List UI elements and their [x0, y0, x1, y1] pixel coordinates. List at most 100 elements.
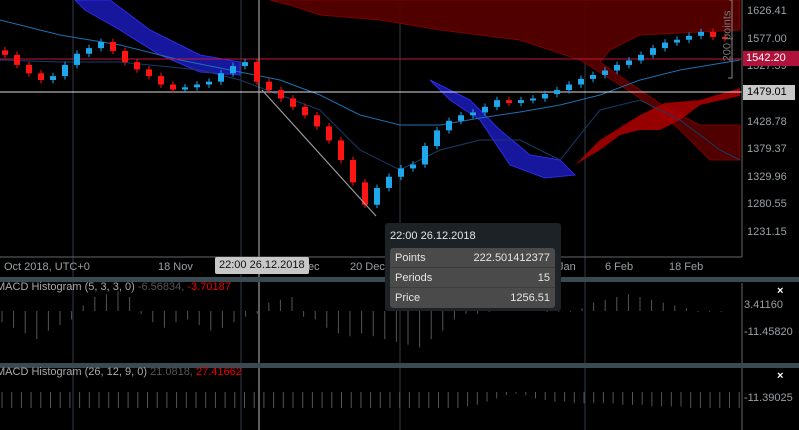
price-tick: 1379.37 [747, 143, 787, 156]
candle-body [26, 64, 32, 74]
time-label-1: 18 Nov [158, 261, 193, 273]
candle-body [614, 64, 620, 71]
candle-body [434, 130, 440, 147]
price-tick: 1626.41 [747, 5, 787, 17]
candle-body [206, 81, 212, 85]
candle-body [542, 94, 548, 99]
macd2-title: MACD Histogram (26, 12, 9, 0) [0, 366, 147, 378]
tooltip-row-price: Price 1256.51 [390, 288, 555, 308]
candle-body [110, 41, 116, 51]
candle-body [134, 62, 140, 70]
candle-body [710, 31, 716, 37]
candle-body [326, 126, 332, 141]
candle-body [626, 60, 632, 65]
candle-body [254, 62, 260, 82]
candle-body [554, 90, 560, 95]
candle-body [374, 187, 380, 205]
tooltip-value: 222.501412377 [473, 252, 550, 264]
tooltip-label: Points [395, 252, 426, 264]
macd2-value2: 27.41662 [195, 366, 242, 378]
macd1-legend: MACD Histogram (5, 3, 3, 0) -6.56834, -3… [0, 281, 231, 293]
macd2-axis-0: -11.39025 [744, 392, 793, 404]
candle-body [86, 48, 92, 54]
macd2-histogram [1, 392, 740, 408]
candle-body [662, 42, 668, 49]
candle-body [578, 78, 584, 85]
macd2-close-icon[interactable]: × [777, 370, 783, 382]
time-label-6: 18 Feb [669, 261, 704, 273]
time-label-5: 6 Feb [605, 261, 634, 273]
candle-body [698, 31, 704, 36]
candle-body [122, 50, 128, 63]
tooltip-row-points: Points 222.501412377 [390, 248, 555, 268]
candle-body [470, 112, 476, 116]
candle-body [74, 53, 80, 65]
macd2-legend: MACD Histogram (26, 12, 9, 0) 21.0818, 2… [0, 366, 242, 378]
time-label-0: Oct 2018, UTC+0 [4, 261, 90, 273]
candle-body [398, 168, 404, 177]
tooltip-label: Periods [395, 272, 433, 284]
macd1-axis-0: 3.41160 [744, 299, 783, 311]
candle-body [530, 98, 536, 101]
price-tick: 1577.00 [747, 32, 787, 45]
candle-body [50, 76, 56, 81]
candle-body [158, 76, 164, 85]
candle-body [674, 39, 680, 43]
candle-body [458, 115, 464, 121]
candle-body [14, 54, 20, 65]
macd1-axis-1: -11.45820 [744, 326, 793, 338]
price-tick: 1231.15 [747, 226, 787, 239]
candle-body [350, 159, 356, 183]
candle-body [518, 100, 524, 103]
candle-body [446, 120, 452, 131]
macd1-title: MACD Histogram (5, 3, 3, 0) [0, 281, 135, 293]
candle-body [2, 50, 8, 55]
macd1-close-icon[interactable]: × [777, 285, 783, 297]
candle-body [266, 81, 272, 91]
tooltip-title: 22:00 26.12.2018 [390, 230, 476, 242]
tooltip-label: Price [395, 292, 421, 304]
candle-body [638, 54, 644, 61]
candle-body [182, 87, 188, 90]
candle-body [314, 115, 320, 127]
candle-body [62, 64, 68, 77]
macd1-value1: -6.56834 [137, 281, 182, 293]
ruler-line[interactable] [261, 89, 377, 217]
ruler-label: 200 points [721, 10, 734, 62]
candle-body [38, 73, 44, 81]
lagging-line [0, 59, 741, 171]
price-tick: 1428.78 [747, 115, 787, 128]
candle-body [686, 35, 692, 40]
candle-body [494, 100, 500, 107]
candle-body [242, 62, 248, 67]
time-label-3: 20 Dec [350, 261, 385, 273]
candles [2, 28, 728, 209]
tooltip-row-periods: Periods 15 [390, 268, 555, 288]
candle-body [146, 69, 152, 77]
price-tick: 1280.55 [747, 198, 787, 211]
macd1-value2: -3.70187 [187, 281, 231, 293]
crosshair-price-badge: 1479.01 [743, 85, 795, 100]
crosshair-time-badge: 22:00 26.12.2018 [215, 257, 309, 274]
candle-body [230, 66, 236, 74]
candle-body [650, 48, 656, 55]
candle-body [482, 106, 488, 113]
ruler-tooltip: 22:00 26.12.2018 Points 222.501412377 Per… [385, 223, 561, 311]
tooltip-value: 1256.51 [510, 292, 550, 304]
macd2-value1: 21.0818 [150, 366, 190, 378]
candle-body [290, 98, 296, 107]
price-tick: 1329.96 [747, 170, 787, 183]
candle-body [566, 84, 572, 91]
candle-body [338, 140, 344, 160]
candle-body [302, 106, 308, 116]
candle-body [602, 70, 608, 75]
candle-body [590, 74, 596, 79]
candle-body [194, 84, 200, 88]
current-price-badge: 1542.20 [743, 51, 799, 66]
candle-body [170, 84, 176, 90]
candle-body [386, 176, 392, 188]
candle-body [506, 100, 512, 103]
macd1-histogram [1, 291, 722, 348]
candle-body [422, 146, 428, 165]
candle-body [410, 164, 416, 169]
